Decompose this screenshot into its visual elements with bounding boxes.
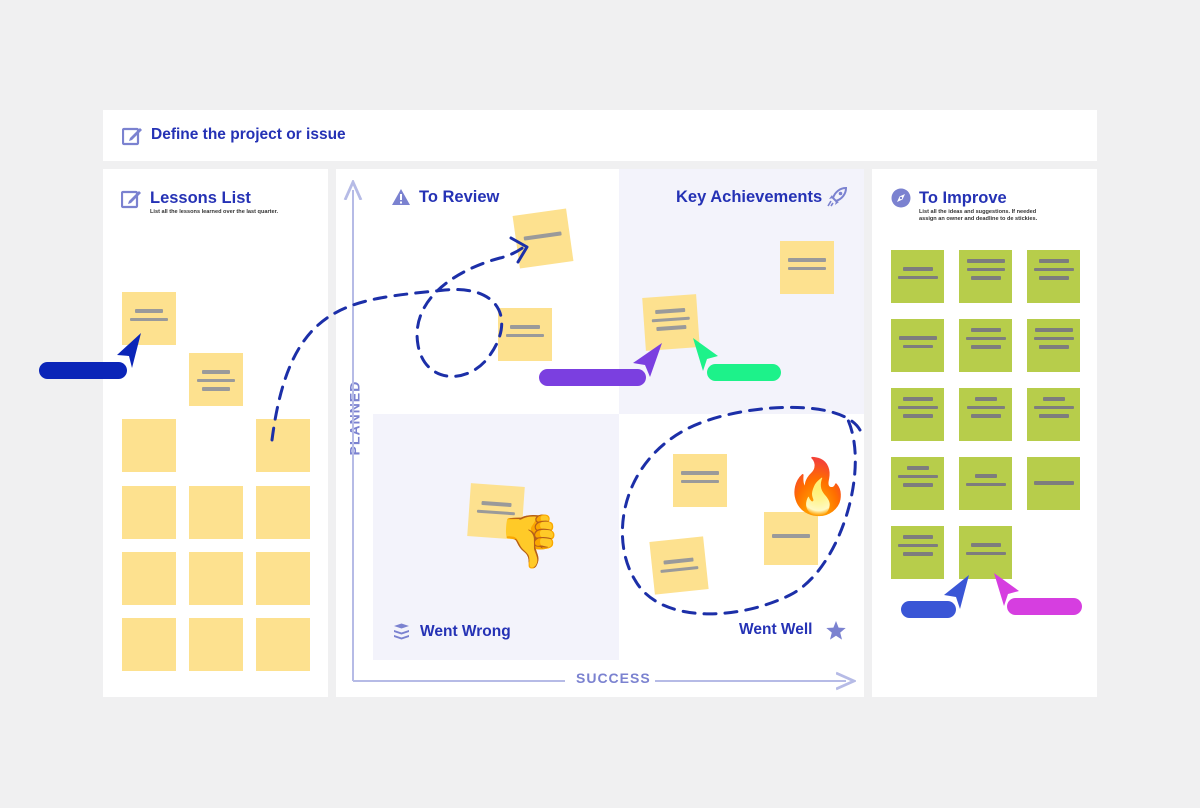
key-achievements-title: Key Achievements xyxy=(676,188,823,206)
sticky-note[interactable] xyxy=(891,388,944,441)
went-well-title: Went Well xyxy=(739,621,813,638)
sticky-note[interactable] xyxy=(122,552,176,605)
sticky-note[interactable] xyxy=(189,552,243,605)
sticky-note[interactable] xyxy=(1027,250,1080,303)
sticky-note[interactable] xyxy=(891,250,944,303)
title-bar: Define the project or issue xyxy=(103,110,1097,161)
to-review-title: To Review xyxy=(419,188,500,206)
sticky-note[interactable] xyxy=(189,353,243,406)
sticky-note[interactable] xyxy=(642,294,700,351)
warning-icon xyxy=(392,189,410,205)
sticky-note[interactable] xyxy=(649,536,709,595)
sticky-note[interactable] xyxy=(122,618,176,671)
layers-icon xyxy=(394,623,409,640)
sticky-note[interactable] xyxy=(959,457,1012,510)
sticky-note[interactable] xyxy=(189,618,243,671)
x-axis-label: SUCCESS xyxy=(576,670,651,686)
pencil-icon xyxy=(122,127,142,146)
sticky-note[interactable] xyxy=(189,486,243,539)
fire-icon: 🔥 xyxy=(784,455,852,518)
sticky-note[interactable] xyxy=(891,526,944,579)
lessons-description: List all the lessons learned over the la… xyxy=(150,209,279,215)
y-axis-label: PLANNED xyxy=(346,380,363,456)
sticky-note[interactable] xyxy=(122,486,176,539)
sticky-note[interactable] xyxy=(256,552,310,605)
sticky-note[interactable] xyxy=(959,250,1012,303)
page-title: Define the project or issue xyxy=(151,126,346,143)
sticky-note[interactable] xyxy=(498,308,552,361)
sticky-note[interactable] xyxy=(780,241,834,294)
thumbs-down-icon: 👎 xyxy=(497,512,562,572)
sticky-note[interactable] xyxy=(122,419,176,472)
lessons-panel: Lessons List List all the lessons learne… xyxy=(103,169,328,697)
sticky-note[interactable] xyxy=(959,319,1012,372)
improve-panel: To Improve List all the ideas and sugges… xyxy=(872,169,1097,697)
sticky-note[interactable] xyxy=(959,388,1012,441)
improve-title: To Improve xyxy=(919,189,1007,207)
compass-icon xyxy=(891,188,911,208)
sticky-note[interactable] xyxy=(512,208,574,269)
sticky-note[interactable] xyxy=(122,292,176,345)
star-icon xyxy=(826,621,846,640)
lessons-title: Lessons List xyxy=(150,189,251,207)
sticky-note[interactable] xyxy=(1027,319,1080,372)
sticky-note[interactable] xyxy=(673,454,727,507)
sticky-note[interactable] xyxy=(256,486,310,539)
sticky-note[interactable] xyxy=(1027,388,1080,441)
sticky-note[interactable] xyxy=(256,618,310,671)
sticky-note[interactable] xyxy=(764,512,818,565)
improve-description-line2: assign an owner and deadline to de stick… xyxy=(919,216,1038,222)
rocket-icon xyxy=(827,186,848,207)
quadrant-panel: To Review Key Achievements Went Wrong We… xyxy=(336,169,864,697)
sticky-note[interactable] xyxy=(891,457,944,510)
pencil-icon xyxy=(121,190,141,209)
went-wrong-title: Went Wrong xyxy=(420,623,511,640)
sticky-note[interactable] xyxy=(959,526,1012,579)
sticky-note[interactable] xyxy=(891,319,944,372)
improve-description-line1: List all the ideas and suggestions. If n… xyxy=(919,209,1037,215)
sticky-note[interactable] xyxy=(256,419,310,472)
sticky-note[interactable] xyxy=(1027,457,1080,510)
